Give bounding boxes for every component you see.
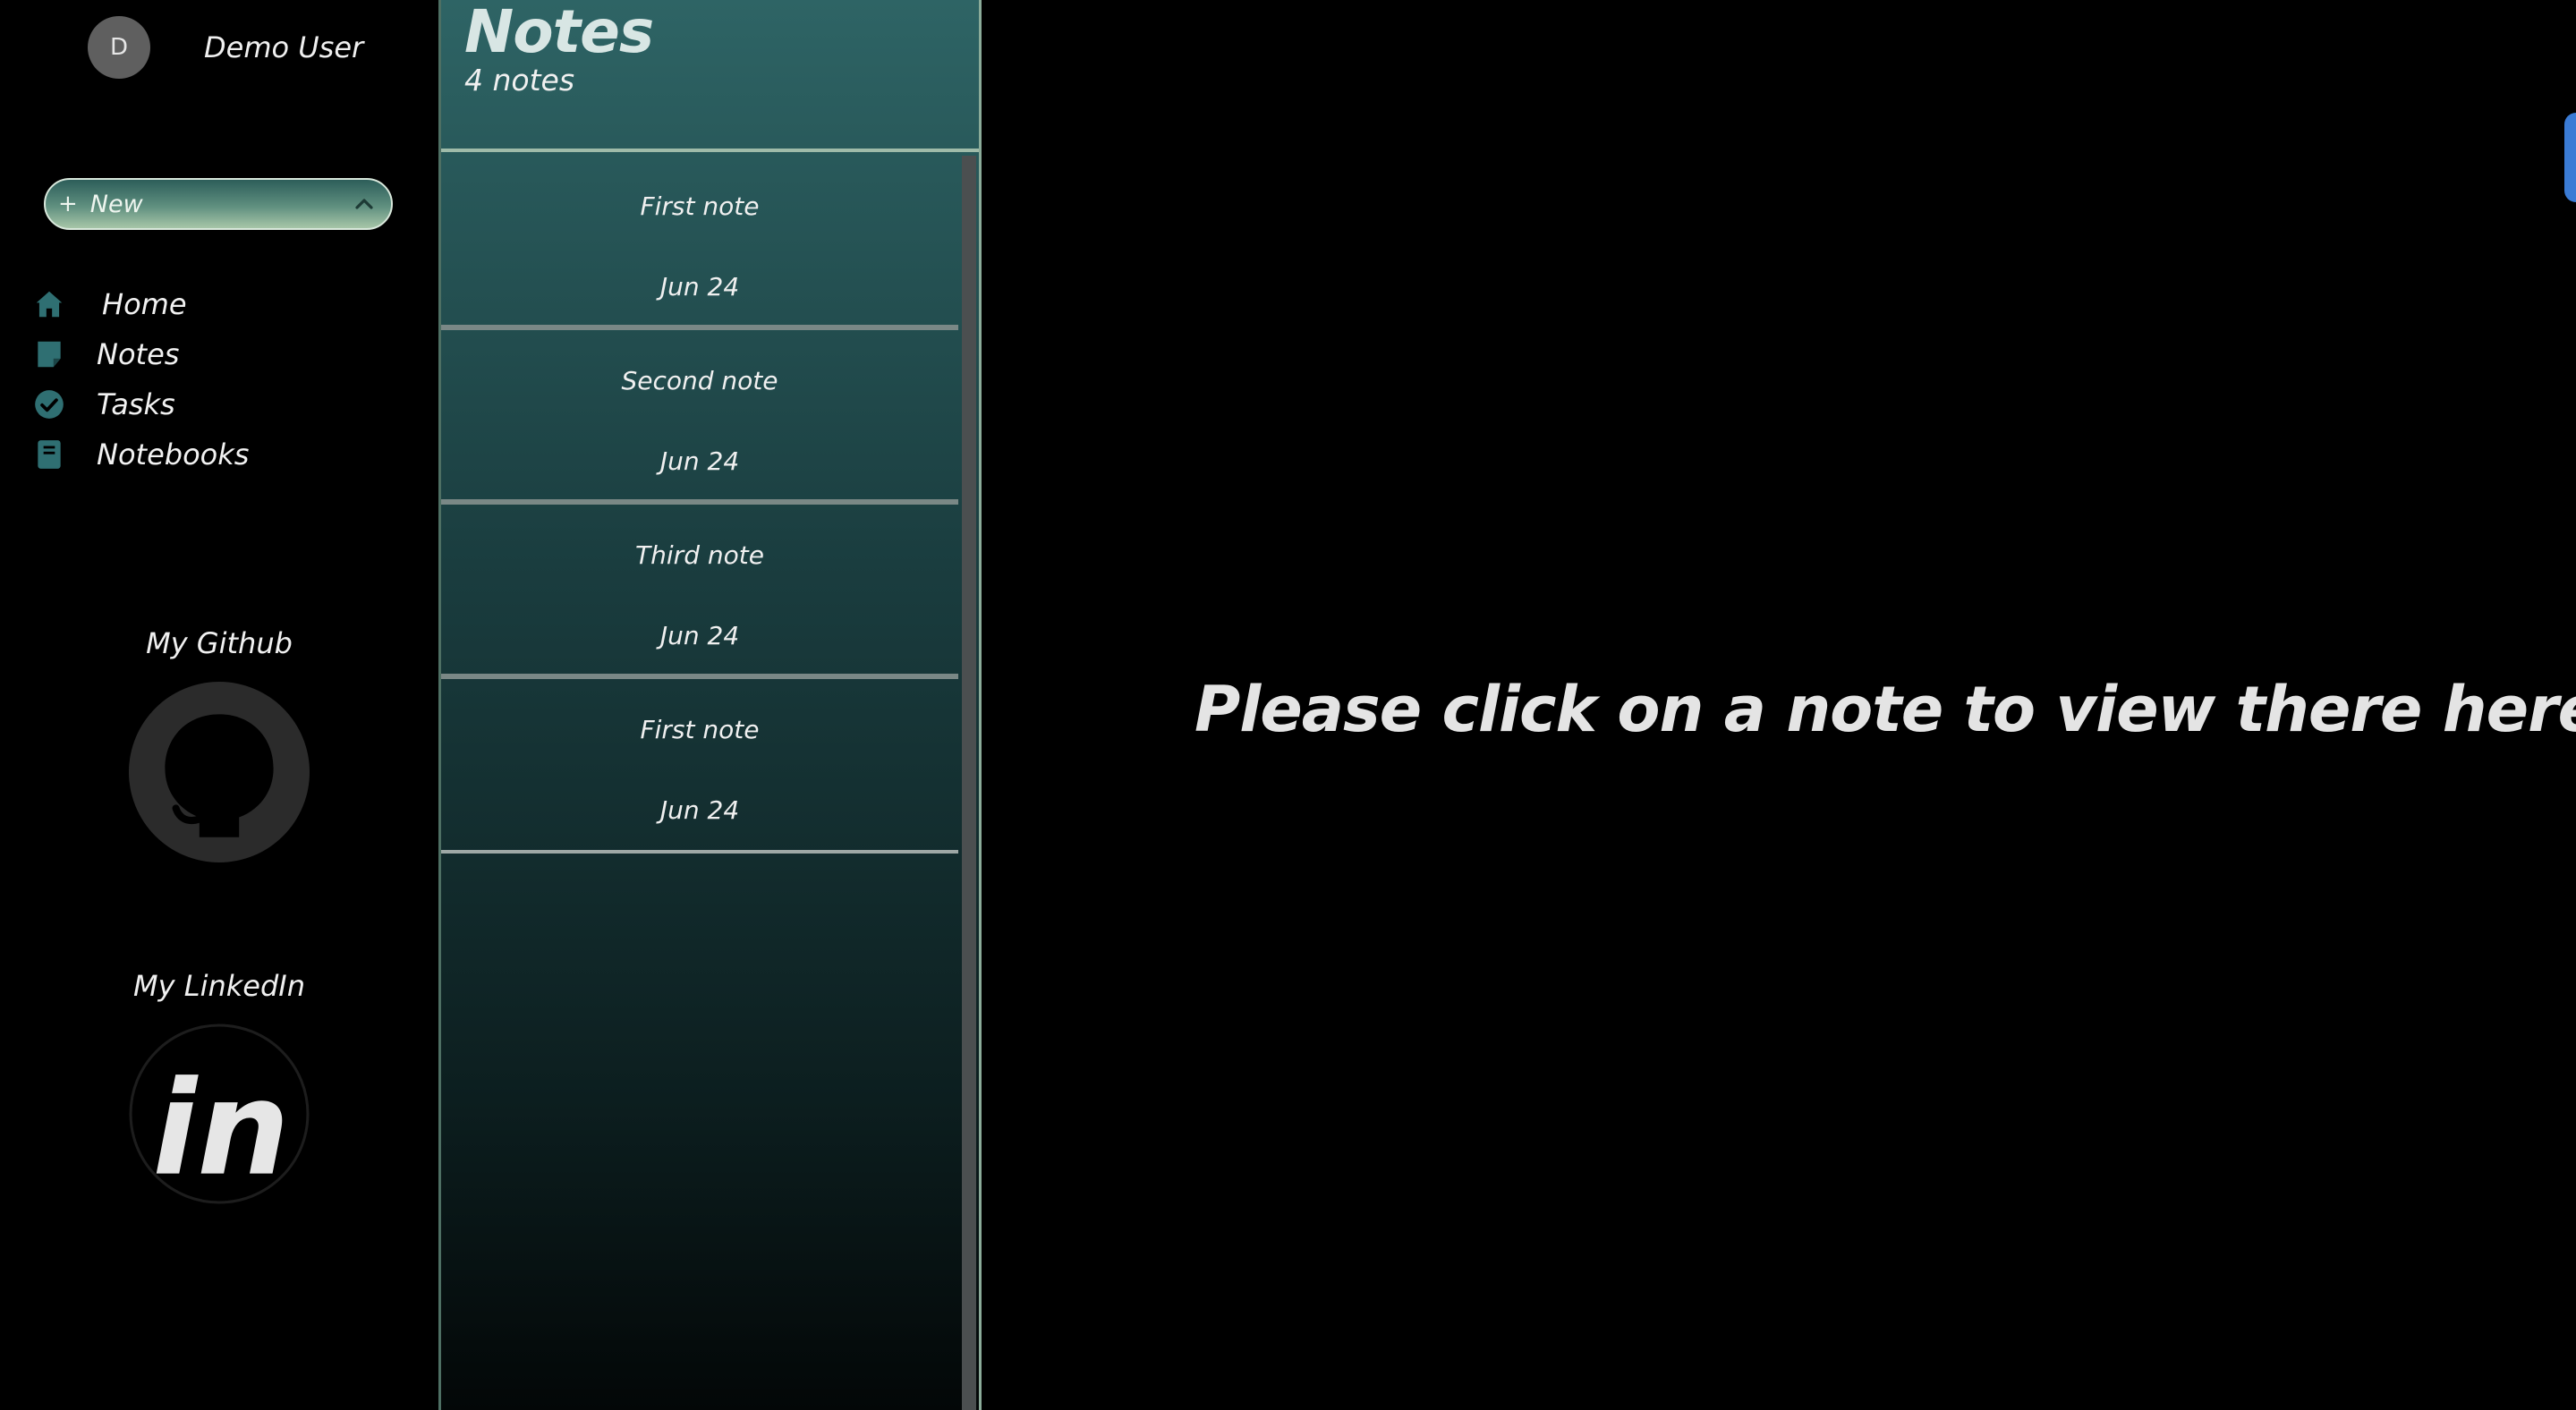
list-item[interactable]: First note Jun 24 bbox=[441, 156, 958, 330]
list-item[interactable]: Second note Jun 24 bbox=[441, 330, 958, 505]
check-circle-icon bbox=[35, 390, 64, 419]
sidebar-item-label: Tasks bbox=[97, 387, 175, 421]
linkedin-glyph: in bbox=[152, 1054, 289, 1204]
sidebar-nav: Home Notes Tasks Notebooks bbox=[32, 279, 249, 480]
plus-icon: + bbox=[58, 191, 78, 217]
sidebar: D Demo User + New Home Notes Tasks Noteb… bbox=[0, 0, 438, 1410]
home-icon bbox=[36, 291, 63, 318]
note-date: Jun 24 bbox=[659, 446, 740, 476]
avatar[interactable]: D bbox=[88, 16, 150, 79]
note-icon bbox=[38, 341, 61, 368]
note-date: Jun 24 bbox=[659, 795, 740, 825]
notes-header: Notes 4 notes bbox=[441, 0, 979, 152]
note-date: Jun 24 bbox=[659, 272, 740, 302]
sidebar-item-notes[interactable]: Notes bbox=[32, 329, 249, 379]
sidebar-item-label: Notebooks bbox=[97, 437, 250, 471]
note-title: Second note bbox=[621, 366, 778, 395]
linkedin-icon[interactable]: in bbox=[129, 1024, 310, 1204]
sidebar-item-notebooks[interactable]: Notebooks bbox=[32, 429, 249, 480]
notes-list: First note Jun 24 Second note Jun 24 Thi… bbox=[441, 156, 958, 854]
sidebar-item-tasks[interactable]: Tasks bbox=[32, 379, 249, 429]
sidebar-item-home[interactable]: Home bbox=[32, 279, 249, 329]
new-button-label: New bbox=[89, 190, 143, 218]
list-item[interactable]: First note Jun 24 bbox=[441, 679, 958, 854]
new-button[interactable]: + New bbox=[44, 178, 393, 230]
github-icon[interactable] bbox=[129, 682, 310, 862]
sidebar-item-label: Notes bbox=[97, 337, 180, 371]
linkedin-title: My LinkedIn bbox=[133, 969, 305, 1003]
notes-scrollbar[interactable] bbox=[962, 156, 976, 1410]
page-title: Notes bbox=[464, 0, 654, 66]
user-info[interactable]: D Demo User bbox=[88, 16, 363, 79]
github-title: My Github bbox=[146, 626, 293, 660]
note-title: First note bbox=[640, 191, 760, 221]
user-name: Demo User bbox=[204, 30, 364, 64]
chevron-up-icon bbox=[355, 199, 373, 209]
sidebar-item-label: Home bbox=[102, 287, 187, 321]
edge-tab[interactable] bbox=[2564, 113, 2576, 202]
book-icon bbox=[38, 440, 61, 469]
list-item[interactable]: Third note Jun 24 bbox=[441, 505, 958, 679]
notes-panel: Notes 4 notes First note Jun 24 Second n… bbox=[438, 0, 982, 1410]
empty-state-message: Please click on a note to view there her… bbox=[1194, 673, 2576, 746]
note-title: First note bbox=[640, 715, 760, 744]
notes-count: 4 notes bbox=[464, 63, 575, 98]
note-date: Jun 24 bbox=[659, 621, 740, 650]
note-title: Third note bbox=[635, 540, 764, 570]
